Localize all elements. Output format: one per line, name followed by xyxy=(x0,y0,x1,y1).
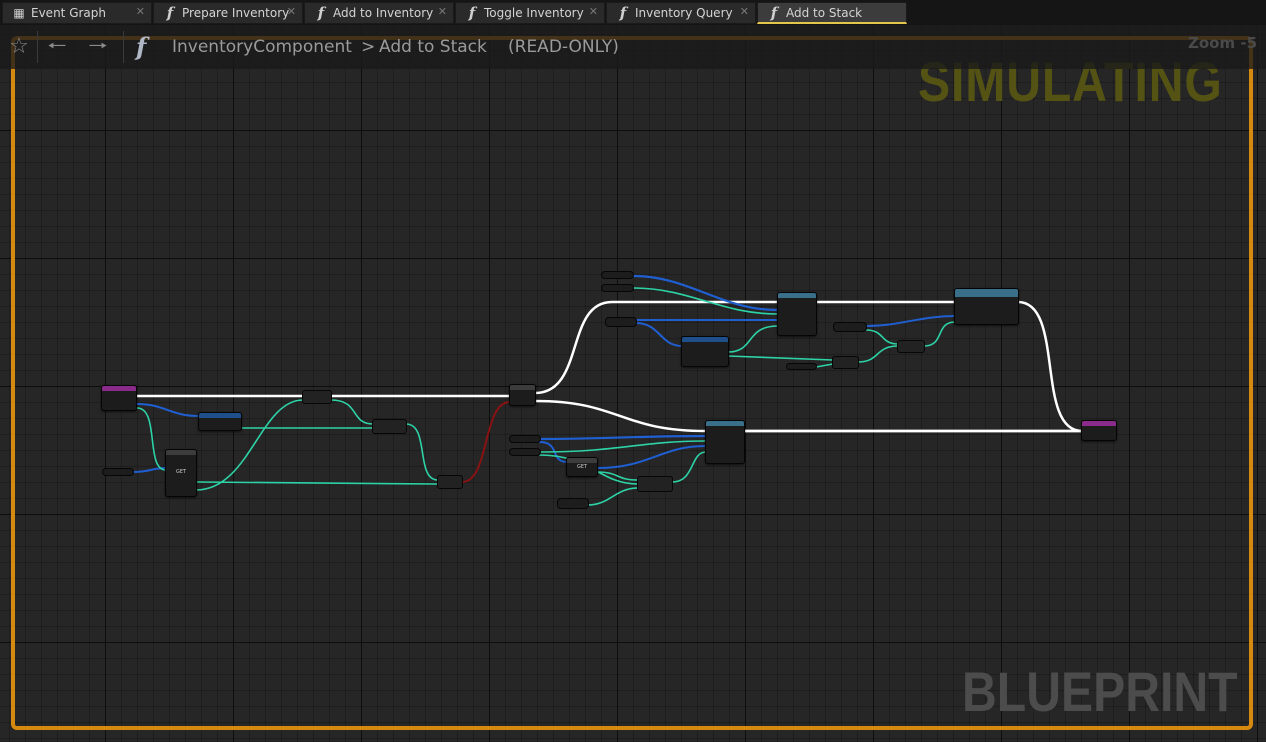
graph-toolbar: ☆ 🠐 🠒 f InventoryComponent > Add to Stac… xyxy=(0,25,1266,69)
set-array-elem-node[interactable] xyxy=(705,420,745,464)
variable-node[interactable] xyxy=(509,435,541,443)
struct-wire xyxy=(596,445,707,469)
int-wire xyxy=(539,440,707,453)
breadcrumb-function[interactable]: Add to Stack xyxy=(379,37,487,57)
bool-wire xyxy=(461,401,511,483)
int-wire xyxy=(587,487,639,506)
node-header xyxy=(706,421,744,426)
breadcrumb-separator: > xyxy=(361,37,376,57)
break-struct-node[interactable] xyxy=(198,412,242,431)
variable-node[interactable] xyxy=(833,322,867,332)
node-header xyxy=(510,385,535,390)
breadcrumb-component[interactable]: InventoryComponent xyxy=(172,37,352,57)
math-node[interactable] xyxy=(832,356,859,369)
divider xyxy=(123,31,124,63)
compare-node[interactable] xyxy=(437,475,463,489)
forward-arrow-icon[interactable]: 🠒 xyxy=(84,33,112,61)
break-struct-node[interactable] xyxy=(681,336,729,367)
exec-wire xyxy=(533,399,1084,433)
int-wire xyxy=(815,363,834,368)
blueprint-watermark: BLUEPRINT xyxy=(962,660,1238,723)
int-wire xyxy=(330,399,374,425)
node-header xyxy=(682,337,728,342)
int-wire xyxy=(727,325,779,353)
node-header xyxy=(567,458,597,463)
math-node[interactable] xyxy=(372,419,407,434)
star-icon[interactable]: ☆ xyxy=(5,33,33,61)
array-get-node[interactable]: GET xyxy=(165,449,197,497)
int-wire xyxy=(857,345,899,363)
variable-node[interactable] xyxy=(557,498,589,509)
get-label: GET xyxy=(176,469,187,475)
int-wire xyxy=(671,451,707,483)
int-wire xyxy=(195,481,439,485)
variable-node[interactable] xyxy=(601,271,634,279)
divider xyxy=(37,31,38,63)
back-arrow-icon[interactable]: 🠐 xyxy=(43,33,71,61)
math-node[interactable] xyxy=(637,476,673,492)
variable-node[interactable] xyxy=(601,284,634,292)
node-header xyxy=(199,413,241,418)
variable-node[interactable] xyxy=(786,363,817,370)
node-header xyxy=(778,293,816,298)
set-node[interactable] xyxy=(302,390,332,404)
node-header xyxy=(955,289,1018,297)
int-wire xyxy=(923,321,956,347)
branch-node[interactable] xyxy=(509,384,536,406)
struct-wire xyxy=(865,315,956,327)
struct-wire xyxy=(631,274,780,312)
int-wire xyxy=(865,329,899,345)
variable-node[interactable] xyxy=(102,468,134,476)
math-node[interactable] xyxy=(897,340,925,353)
exec-wire xyxy=(533,300,780,395)
int-wire xyxy=(727,355,834,361)
zoom-level: Zoom -5 xyxy=(1188,34,1258,52)
read-only-label: (READ-ONLY) xyxy=(508,37,619,57)
node-header xyxy=(166,450,196,455)
struct-wire xyxy=(635,322,683,347)
variable-node[interactable] xyxy=(605,317,637,327)
array-get-node[interactable]: GET xyxy=(566,457,598,477)
return-node[interactable] xyxy=(1081,420,1117,441)
get-label: GET xyxy=(577,464,588,470)
set-array-elem-node[interactable] xyxy=(777,292,817,336)
node-header xyxy=(1082,421,1116,426)
exec-wire xyxy=(1016,300,1084,433)
add-to-inventory-call-node[interactable] xyxy=(954,288,1019,325)
variable-node[interactable] xyxy=(509,448,541,456)
int-wire xyxy=(136,407,167,471)
int-wire xyxy=(405,423,439,481)
int-wire xyxy=(596,471,639,481)
function-entry-node[interactable] xyxy=(101,385,137,411)
node-header xyxy=(102,386,136,391)
function-icon: f xyxy=(136,32,147,61)
struct-wire xyxy=(538,434,708,441)
